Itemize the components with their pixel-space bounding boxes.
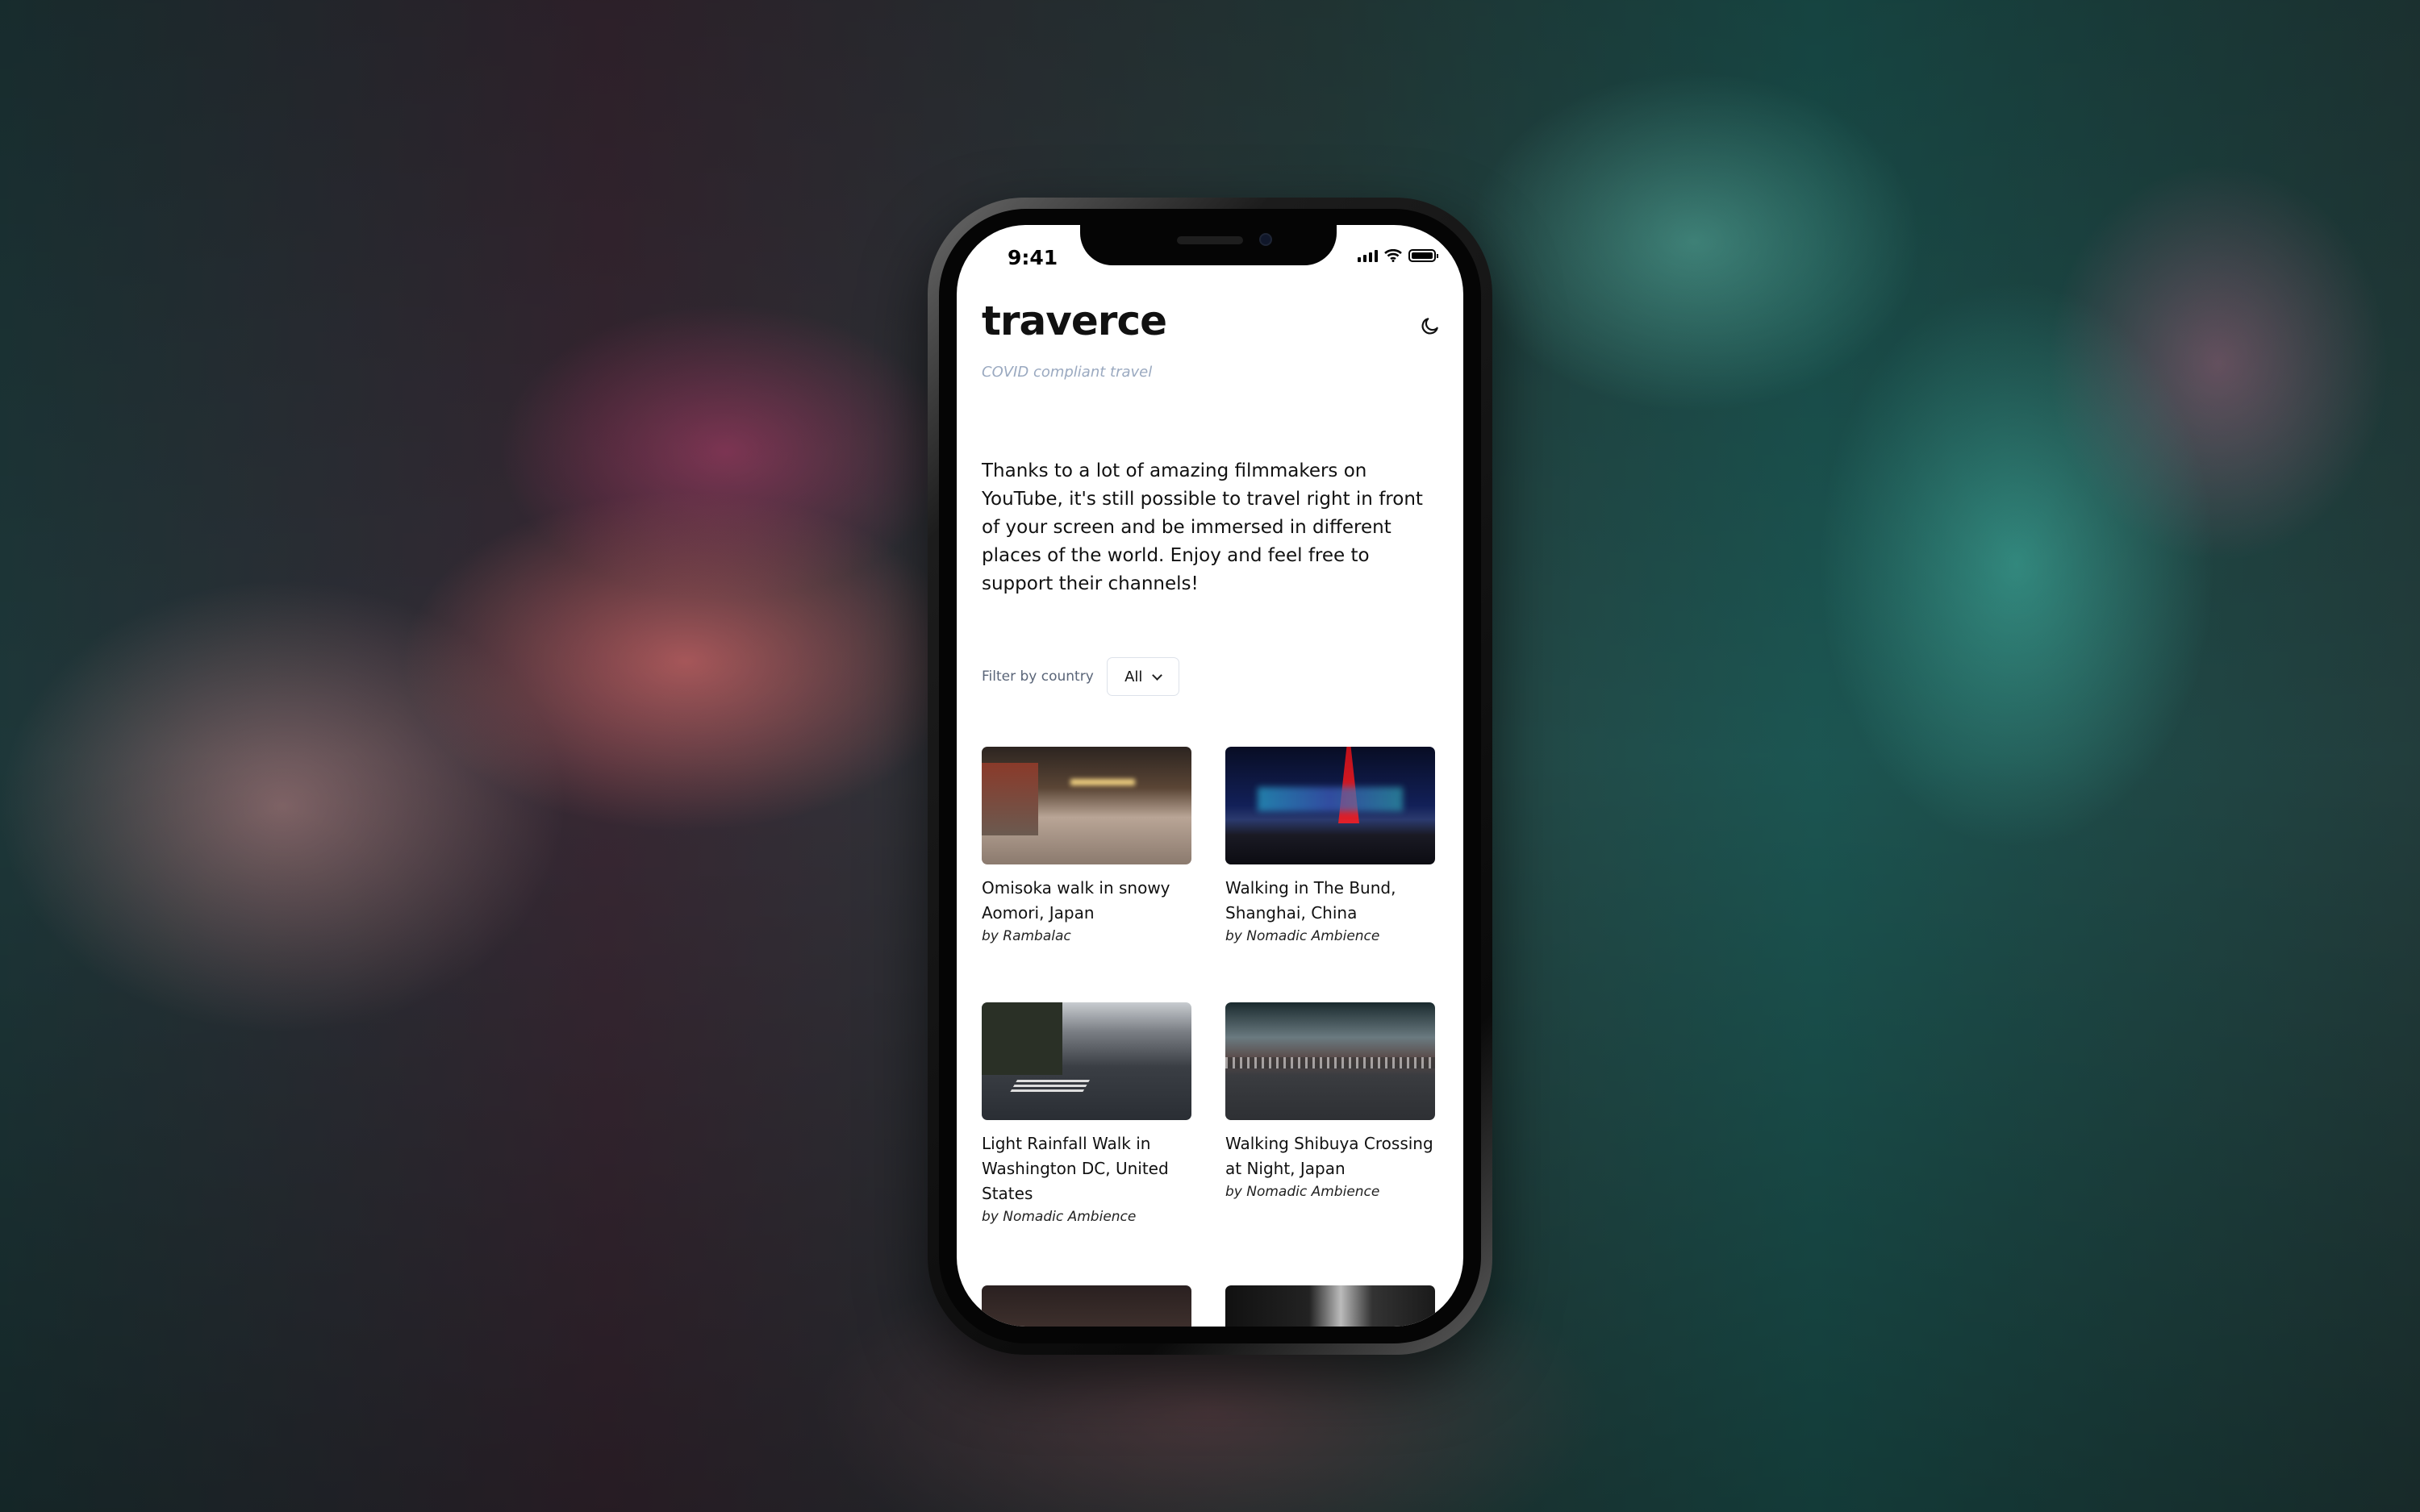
battery-icon — [1408, 249, 1438, 262]
status-icons — [1358, 249, 1438, 262]
country-select-value: All — [1124, 668, 1143, 685]
app-title: traverce — [982, 298, 1167, 344]
wifi-icon — [1384, 249, 1402, 262]
video-author: by Nomadic Ambience — [982, 1209, 1137, 1225]
video-author: by Nomadic Ambience — [1225, 1184, 1380, 1200]
chevron-down-icon — [1152, 669, 1163, 681]
app-subtitle: COVID compliant travel — [982, 364, 1153, 381]
intro-text: Thanks to a lot of amazing filmmakers on… — [982, 460, 1423, 594]
video-card[interactable] — [1225, 1285, 1435, 1327]
video-title[interactable]: Light Rainfall Walk in Washington DC, Un… — [982, 1131, 1191, 1206]
video-thumbnail[interactable] — [1225, 1285, 1435, 1327]
country-select[interactable]: All — [1106, 657, 1179, 696]
signal-icon — [1358, 250, 1378, 262]
filter-label: Filter by country — [982, 669, 1094, 685]
phone-screen: 9:41 traverce COVID compliant travel Tha… — [957, 225, 1463, 1327]
video-title[interactable]: Walking Shibuya Crossing at Night, Japan — [1225, 1131, 1435, 1181]
video-card[interactable]: Omisoka walk in snowy Aomori, Japan by R… — [982, 747, 1191, 944]
video-thumbnail[interactable] — [982, 747, 1191, 864]
video-author: by Nomadic Ambience — [1225, 928, 1380, 944]
video-card[interactable] — [982, 1285, 1191, 1327]
country-filter: Filter by country All — [982, 657, 1179, 696]
notch — [1080, 225, 1337, 265]
video-author: by Rambalac — [982, 928, 1071, 944]
video-title[interactable]: Omisoka walk in snowy Aomori, Japan — [982, 876, 1191, 926]
video-thumbnail[interactable] — [982, 1285, 1191, 1327]
status-time: 9:41 — [1008, 246, 1058, 269]
video-title[interactable]: Walking in The Bund, Shanghai, China — [1225, 876, 1435, 926]
video-card[interactable]: Walking in The Bund, Shanghai, China by … — [1225, 747, 1435, 944]
video-thumbnail[interactable] — [1225, 747, 1435, 864]
moon-icon[interactable] — [1420, 315, 1441, 336]
video-card[interactable]: Walking Shibuya Crossing at Night, Japan… — [1225, 1002, 1435, 1200]
video-thumbnail[interactable] — [1225, 1002, 1435, 1120]
video-card[interactable]: Light Rainfall Walk in Washington DC, Un… — [982, 1002, 1191, 1225]
video-thumbnail[interactable] — [982, 1002, 1191, 1120]
